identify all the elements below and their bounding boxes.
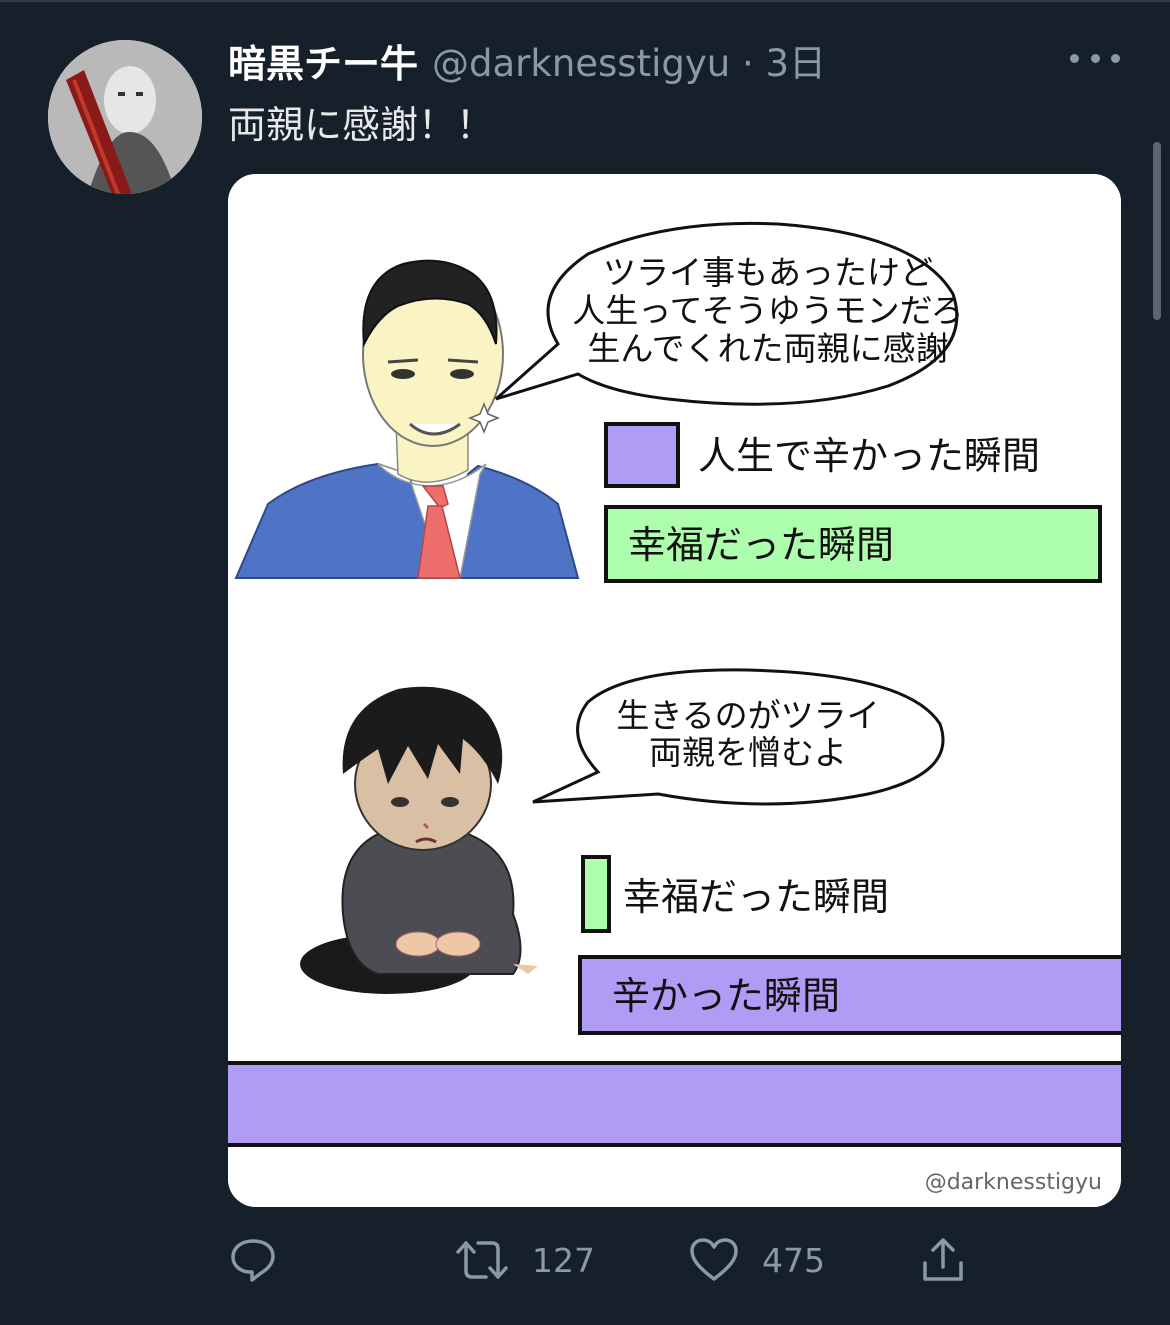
top-small-bar-label: 人生で辛かった瞬間 xyxy=(698,434,1040,478)
bubble-bottom-line-2: 両親を憎むよ xyxy=(649,733,847,772)
image-watermark: @darknesstigyu xyxy=(925,1170,1102,1195)
bubble-bottom-line-1: 生きるのがツライ xyxy=(616,696,879,735)
overflow-purple-bar xyxy=(228,1061,1121,1147)
heart-icon xyxy=(690,1238,738,1281)
user-handle[interactable]: @darknesstigyu xyxy=(432,42,730,85)
reply-icon xyxy=(231,1239,275,1282)
bubble-top-line-3: 生んでくれた両親に感謝 xyxy=(587,329,948,368)
tweet-header: 暗黒チー牛 @darknesstigyu · 3日 xyxy=(228,34,826,86)
like-button[interactable]: 475 xyxy=(688,1230,825,1290)
bubble-top-line-2: 人生ってそうゆうモンだろ xyxy=(572,291,963,330)
handle-and-time: @darknesstigyu · 3日 xyxy=(432,33,826,87)
timestamp[interactable]: 3日 xyxy=(766,42,827,85)
top-small-purple-bar xyxy=(604,422,680,488)
bottom-large-bar-label: 辛かった瞬間 xyxy=(612,974,840,1018)
retweet-button[interactable]: 127 xyxy=(454,1230,595,1290)
like-count: 475 xyxy=(762,1240,825,1280)
tweet-image[interactable]: ツライ事もあったけど 人生ってそうゆうモンだろ 生んでくれた両親に感謝 人生で辛… xyxy=(228,174,1121,1207)
more-options-icon[interactable] xyxy=(1070,46,1120,70)
avatar[interactable] xyxy=(48,40,202,194)
top-large-bar-label: 幸福だった瞬間 xyxy=(628,523,894,567)
reply-button[interactable] xyxy=(228,1230,300,1290)
tweet-actions: 127 475 xyxy=(228,1230,1121,1290)
retweet-count: 127 xyxy=(532,1240,595,1280)
share-icon xyxy=(923,1238,963,1281)
bubble-top-line-1: ツライ事もあったけど xyxy=(603,253,933,292)
bottom-small-bar-label: 幸福だった瞬間 xyxy=(623,875,889,919)
bottom-small-green-bar xyxy=(581,855,611,933)
retweet-icon xyxy=(456,1241,508,1279)
share-button[interactable] xyxy=(918,1230,990,1290)
display-name[interactable]: 暗黒チー牛 xyxy=(228,33,418,88)
time-separator: · xyxy=(730,42,766,85)
scrollbar[interactable] xyxy=(1153,142,1161,320)
avatar-image xyxy=(48,40,202,194)
comic-image: ツライ事もあったけど 人生ってそうゆうモンだろ 生んでくれた両親に感謝 人生で辛… xyxy=(228,174,1121,1207)
tweet-text: 両親に感謝！！ xyxy=(228,103,495,147)
top-divider xyxy=(0,0,1170,2)
